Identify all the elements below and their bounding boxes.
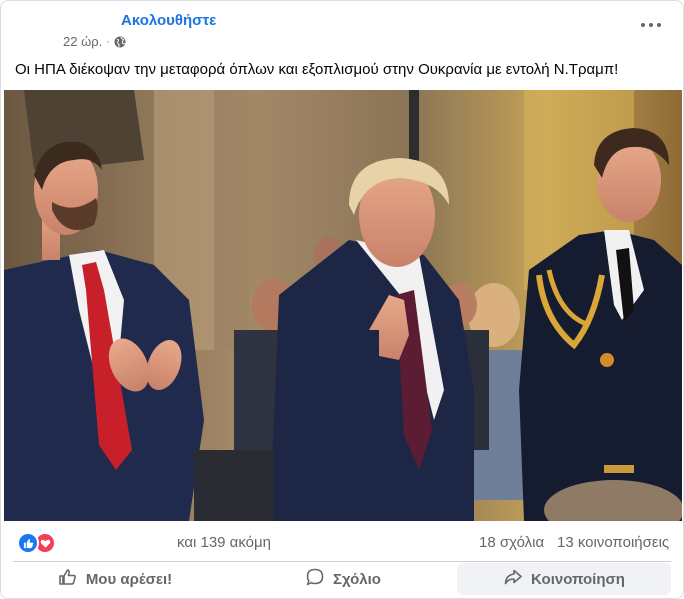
more-options-icon[interactable] — [641, 19, 661, 31]
reaction-icons[interactable] — [17, 532, 56, 554]
meta-separator: · — [106, 35, 110, 48]
share-button[interactable]: Κοινοποίηση — [457, 563, 671, 595]
comment-button[interactable]: Σχόλιο — [229, 563, 457, 595]
reaction-summary: και 139 ακόμη 18 σχόλια 13 κοινοποιήσεις — [1, 521, 683, 561]
share-label: Κοινοποίηση — [531, 570, 625, 588]
actions-divider — [13, 561, 671, 562]
post-meta: 22 ώρ. · — [63, 34, 126, 49]
share-arrow-icon — [503, 567, 523, 591]
thumbs-up-icon — [58, 567, 78, 591]
post-actions: Μου αρέσει! Σχόλιο Κοινοποίηση — [1, 563, 683, 597]
like-button[interactable]: Μου αρέσει! — [1, 563, 229, 595]
like-icon — [17, 532, 39, 554]
post-text: Οι ΗΠΑ διέκοψαν την μεταφορά όπλων και ε… — [15, 61, 619, 78]
like-label: Μου αρέσει! — [85, 570, 173, 588]
post-photo[interactable] — [4, 90, 682, 521]
reaction-count[interactable]: και 139 ακόμη — [177, 534, 271, 551]
follow-button[interactable]: Ακολουθήστε — [121, 12, 216, 29]
comment-label: Σχόλιο — [333, 570, 381, 588]
post-card: Ακολουθήστε 22 ώρ. · Οι ΗΠΑ διέκοψαν την… — [0, 0, 684, 599]
globe-icon — [114, 36, 126, 48]
post-timestamp[interactable]: 22 ώρ. — [63, 34, 102, 49]
shares-count[interactable]: 13 κοινοποιήσεις — [557, 534, 669, 551]
comment-bubble-icon — [305, 567, 325, 591]
comments-count[interactable]: 18 σχόλια — [479, 534, 544, 551]
